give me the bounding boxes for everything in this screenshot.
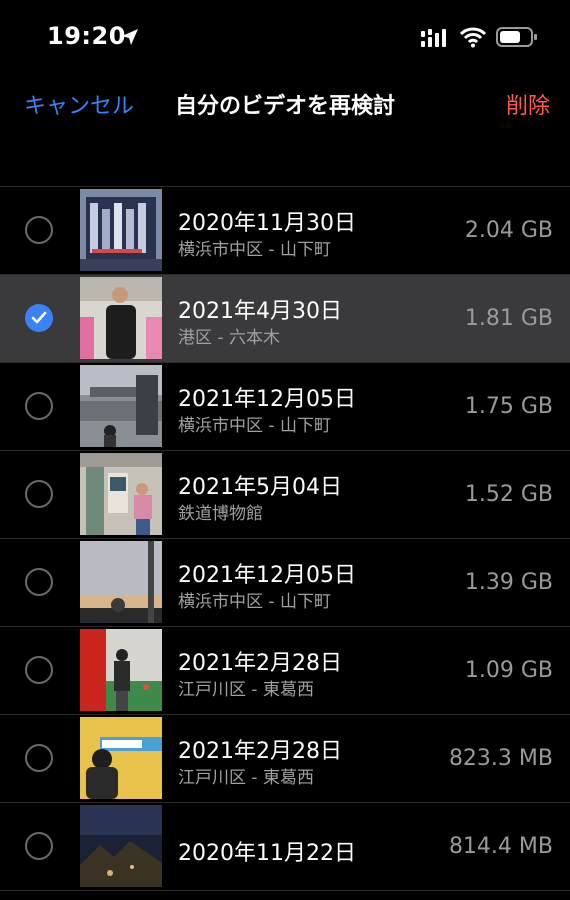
video-thumbnail: [80, 541, 162, 623]
video-size: 1.39 GB: [464, 570, 553, 595]
video-thumbnail: [80, 189, 162, 271]
video-list: 2020年11月30日 横浜市中区 - 山下町 2.04 GB 2021年4月3…: [0, 186, 570, 891]
status-time: 19:20: [47, 22, 126, 50]
video-size: 814.4 MB: [448, 834, 553, 859]
video-thumbnail: [80, 365, 162, 447]
video-thumbnail: [80, 805, 162, 887]
cellular-signal-icon: [421, 29, 446, 47]
video-location: 横浜市中区 - 山下町: [178, 240, 331, 260]
video-size: 1.75 GB: [464, 394, 553, 419]
video-row[interactable]: 2021年4月30日 港区 - 六本木 1.81 GB: [0, 275, 570, 363]
video-location: 江戸川区 - 東葛西: [178, 768, 314, 788]
video-thumbnail: [80, 453, 162, 535]
video-date: 2021年2月28日: [178, 739, 342, 764]
battery-icon: [496, 27, 537, 47]
video-thumbnail: [80, 277, 162, 359]
video-location: 横浜市中区 - 山下町: [178, 416, 331, 436]
select-circle[interactable]: [25, 392, 53, 420]
video-row[interactable]: 2020年11月30日 横浜市中区 - 山下町 2.04 GB: [0, 187, 570, 275]
select-circle[interactable]: [25, 744, 53, 772]
select-circle-checked[interactable]: [25, 304, 53, 332]
checkmark-icon: [31, 311, 47, 324]
video-size: 823.3 MB: [448, 746, 553, 771]
video-thumbnail: [80, 717, 162, 799]
select-circle[interactable]: [25, 216, 53, 244]
video-location: 江戸川区 - 東葛西: [178, 680, 314, 700]
page-title: 自分のビデオを再検討: [174, 94, 395, 119]
video-size: 1.09 GB: [464, 658, 553, 683]
video-date: 2021年5月04日: [178, 475, 342, 500]
video-date: 2021年12月05日: [178, 563, 356, 588]
video-size: 2.04 GB: [464, 218, 553, 243]
wifi-icon: [460, 27, 486, 48]
select-circle[interactable]: [25, 480, 53, 508]
video-date: 2021年4月30日: [178, 299, 342, 324]
location-arrow-icon: [122, 29, 138, 45]
select-circle[interactable]: [25, 568, 53, 596]
delete-button[interactable]: 削除: [506, 88, 550, 120]
video-date: 2020年11月22日: [178, 841, 356, 866]
video-date: 2021年2月28日: [178, 651, 342, 676]
video-row[interactable]: 2021年5月04日 鉄道博物館 1.52 GB: [0, 451, 570, 539]
video-location: 鉄道博物館: [178, 504, 263, 524]
video-size: 1.52 GB: [464, 482, 553, 507]
video-thumbnail: [80, 629, 162, 711]
video-row[interactable]: 2020年11月22日 814.4 MB: [0, 803, 570, 891]
video-location: 港区 - 六本木: [178, 328, 280, 348]
video-date: 2021年12月05日: [178, 387, 356, 412]
status-bar: 19:20: [0, 0, 570, 70]
video-row[interactable]: 2021年2月28日 江戸川区 - 東葛西 1.09 GB: [0, 627, 570, 715]
video-date: 2020年11月30日: [178, 211, 356, 236]
video-size: 1.81 GB: [464, 306, 553, 331]
video-row[interactable]: 2021年2月28日 江戸川区 - 東葛西 823.3 MB: [0, 715, 570, 803]
video-row[interactable]: 2021年12月05日 横浜市中区 - 山下町 1.75 GB: [0, 363, 570, 451]
nav-bar: キャンセル 自分のビデオを再検討 削除: [0, 80, 570, 126]
video-location: 横浜市中区 - 山下町: [178, 592, 331, 612]
select-circle[interactable]: [25, 832, 53, 860]
select-circle[interactable]: [25, 656, 53, 684]
video-row[interactable]: 2021年12月05日 横浜市中区 - 山下町 1.39 GB: [0, 539, 570, 627]
